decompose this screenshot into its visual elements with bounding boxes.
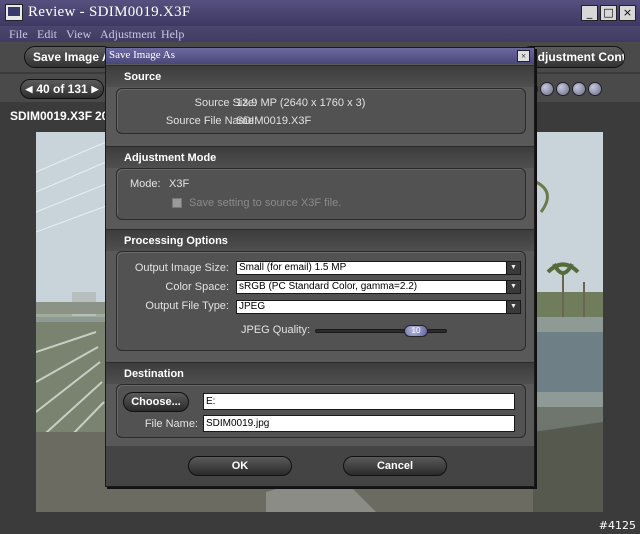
source-panel: Source Size: 13.9 MP (2640 x 1760 x 3) S… [116, 88, 526, 134]
app-icon [5, 4, 23, 21]
current-filename: SDIM0019.X3F [10, 109, 93, 123]
dialog-titlebar: Save Image As × [106, 48, 534, 64]
menu-view[interactable]: View [66, 27, 91, 42]
maximize-button[interactable]: □ [600, 5, 617, 21]
dialog-title: Save Image As [109, 49, 175, 61]
jpeg-quality-label: JPEG Quality: [241, 324, 311, 336]
menu-bar: File Edit View Adjustment Help [0, 26, 640, 42]
window-controls: _ □ × [581, 5, 636, 21]
ok-button[interactable]: OK [188, 456, 292, 476]
color-space-value: sRGB (PC Standard Color, gamma=2.2) [239, 281, 418, 292]
destination-section-header: Destination [106, 362, 534, 384]
view-mode-button-2[interactable] [540, 82, 554, 96]
adjustment-panel: Mode: X3F Save setting to source X3F fil… [116, 168, 526, 220]
color-space-select[interactable]: sRGB (PC Standard Color, gamma=2.2) ▼ [236, 280, 521, 294]
view-mode-buttons [524, 82, 602, 96]
save-image-button[interactable]: Save Image A [24, 46, 114, 68]
file-type-select[interactable]: JPEG ▼ [236, 300, 521, 314]
color-space-label: Color Space: [165, 281, 229, 293]
cancel-button[interactable]: Cancel [343, 456, 447, 476]
view-mode-button-4[interactable] [572, 82, 586, 96]
source-filename-value: SDIM0019.X3F [236, 115, 312, 127]
app-titlebar: Review - SDIM0019.X3F _ □ × [0, 0, 640, 26]
save-setting-label: Save setting to source X3F file. [189, 197, 342, 209]
menu-edit[interactable]: Edit [37, 27, 57, 42]
jpeg-quality-thumb[interactable]: 10 [404, 325, 428, 337]
menu-file[interactable]: File [9, 27, 28, 42]
image-counter-text: 40 of 131 [36, 82, 88, 96]
save-setting-checkbox[interactable] [172, 198, 182, 208]
output-size-label: Output Image Size: [134, 262, 229, 274]
view-mode-button-3[interactable] [556, 82, 570, 96]
mode-value: X3F [169, 178, 190, 190]
mode-label: Mode: [130, 178, 161, 190]
file-type-label: Output File Type: [145, 300, 229, 312]
destination-panel: Choose... E: File Name: SDIM0019.jpg [116, 384, 526, 438]
output-size-value: Small (for email) 1.5 MP [239, 262, 347, 273]
minimize-button[interactable]: _ [581, 5, 598, 21]
file-name-input[interactable]: SDIM0019.jpg [203, 415, 515, 432]
close-button[interactable]: × [619, 5, 636, 21]
choose-folder-button[interactable]: Choose... [123, 392, 189, 412]
dialog-button-bar: OK Cancel [106, 446, 534, 486]
source-section-header: Source [106, 65, 534, 87]
menu-help[interactable]: Help [161, 27, 184, 42]
output-size-select[interactable]: Small (for email) 1.5 MP ▼ [236, 261, 521, 275]
adjustment-section-header: Adjustment Mode [106, 146, 534, 168]
menu-adjustment[interactable]: Adjustment [100, 27, 156, 42]
save-image-dialog: Save Image As × Source Source Size: 13.9… [105, 47, 535, 487]
chevron-down-icon[interactable]: ▼ [506, 301, 520, 313]
image-id-label: #4125 [598, 519, 636, 532]
processing-section-header: Processing Options [106, 229, 534, 251]
file-name-label: File Name: [144, 418, 198, 430]
processing-panel: Output Image Size: Small (for email) 1.5… [116, 251, 526, 351]
next-image-icon[interactable]: ▶ [88, 80, 102, 98]
image-counter: ◀ 40 of 131 ▶ [20, 79, 104, 99]
destination-path-input[interactable]: E: [203, 393, 515, 410]
source-size-value: 13.9 MP (2640 x 1760 x 3) [236, 97, 366, 109]
previous-image-icon[interactable]: ◀ [22, 80, 36, 98]
dialog-close-button[interactable]: × [517, 50, 530, 62]
chevron-down-icon[interactable]: ▼ [506, 262, 520, 274]
view-mode-button-5[interactable] [588, 82, 602, 96]
file-type-value: JPEG [239, 301, 266, 312]
window-title: Review - SDIM0019.X3F [28, 4, 191, 20]
chevron-down-icon[interactable]: ▼ [506, 281, 520, 293]
adjustment-controls-button[interactable]: Adjustment Controls [520, 46, 625, 68]
